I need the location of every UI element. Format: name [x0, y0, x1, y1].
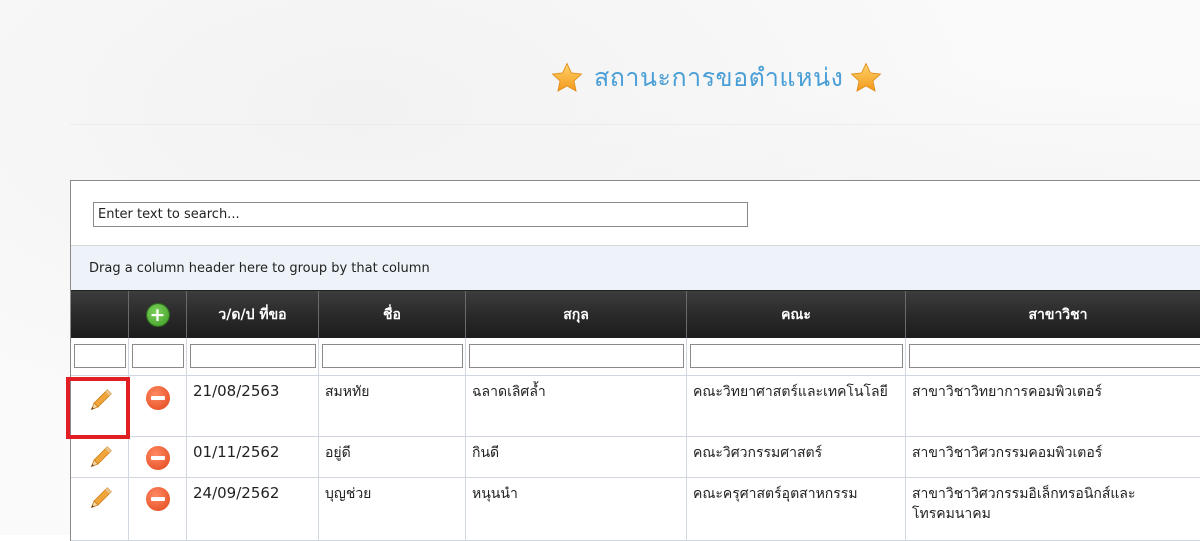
filter-cell-department [906, 338, 1200, 376]
star-icon [551, 62, 583, 92]
column-header-last-name[interactable]: สกุล [466, 291, 687, 339]
filter-cell-first-name [319, 338, 466, 376]
column-header-date[interactable]: ว/ด/ป ที่ขอ [187, 291, 319, 339]
title-divider [70, 124, 1200, 125]
minus-icon [150, 456, 165, 460]
minus-icon [150, 396, 165, 400]
cell-last-name: กินดี [466, 437, 687, 478]
column-header-row: + ว/ด/ป ที่ขอ ชื่อ สกุล คณะ สาขาวิชา [71, 290, 1200, 339]
cell-date: 21/08/2563 [187, 376, 319, 437]
table-row: 01/11/2562 อยู่ดี กินดี คณะวิศวกรรมศาสตร… [71, 437, 1200, 478]
filter-input-edit[interactable] [74, 344, 126, 368]
cell-department: สาขาวิชาวิศวกรรมคอมพิวเตอร์ [906, 437, 1200, 478]
edit-cell [71, 478, 129, 541]
delete-row-button[interactable] [145, 386, 170, 410]
filter-cell-edit [71, 338, 129, 376]
star-icon [850, 62, 882, 92]
cell-first-name: อยู่ดี [319, 437, 466, 478]
column-header-edit [71, 291, 129, 339]
column-header-faculty[interactable]: คณะ [687, 291, 906, 339]
minus-icon [150, 497, 165, 501]
search-input[interactable] [93, 202, 748, 227]
filter-input-faculty[interactable] [690, 344, 903, 368]
delete-row-button[interactable] [145, 446, 170, 470]
cell-last-name: ฉลาดเลิศล้ำ [466, 376, 687, 437]
column-header-department[interactable]: สาขาวิชา [906, 291, 1200, 339]
filter-input-department[interactable] [909, 344, 1200, 368]
column-header-first-name[interactable]: ชื่อ [319, 291, 466, 339]
group-by-panel[interactable]: Drag a column header here to group by th… [71, 246, 1200, 290]
pencil-icon[interactable] [85, 443, 115, 473]
table-row: 21/08/2563 สมหทัย ฉลาดเลิศล้ำ คณะวิทยาศา… [71, 376, 1200, 437]
filter-row [71, 338, 1200, 376]
cell-department: สาขาวิชาวิทยาการคอมพิวเตอร์ [906, 376, 1200, 437]
delete-cell [129, 437, 187, 478]
cell-faculty: คณะวิศวกรรมศาสตร์ [687, 437, 906, 478]
search-panel [71, 181, 1200, 246]
cell-first-name: สมหทัย [319, 376, 466, 437]
filter-input-first-name[interactable] [322, 344, 463, 368]
data-grid: Drag a column header here to group by th… [70, 180, 1200, 541]
cell-last-name: หนุนนำ [466, 478, 687, 541]
highlight-box [66, 377, 130, 439]
edit-cell [71, 437, 129, 478]
filter-cell-add [129, 338, 187, 376]
delete-cell [129, 478, 187, 541]
add-row-button[interactable]: + [146, 304, 169, 326]
filter-cell-last-name [466, 338, 687, 376]
cell-department: สาขาวิชาวิศวกรรมอิเล็กทรอนิกส์และโทรคมนา… [906, 478, 1200, 541]
filter-cell-faculty [687, 338, 906, 376]
filter-input-last-name[interactable] [469, 344, 684, 368]
page-title: สถานะการขอตำแหน่ง [594, 63, 844, 92]
filter-input-add[interactable] [132, 344, 184, 368]
cell-faculty: คณะวิทยาศาสตร์และเทคโนโลยี [687, 376, 906, 437]
page-title-row: สถานะการขอตำแหน่ง [550, 58, 883, 98]
group-by-hint: Drag a column header here to group by th… [89, 261, 430, 276]
table-row: 24/09/2562 บุญช่วย หนุนนำ คณะครุศาสตร์อุ… [71, 478, 1200, 541]
cell-date: 01/11/2562 [187, 437, 319, 478]
pencil-icon[interactable] [85, 484, 115, 514]
cell-first-name: บุญช่วย [319, 478, 466, 541]
delete-cell [129, 376, 187, 437]
column-header-add: + [129, 291, 187, 339]
filter-input-date[interactable] [190, 344, 316, 368]
cell-date: 24/09/2562 [187, 478, 319, 541]
cell-faculty: คณะครุศาสตร์อุตสาหกรรม [687, 478, 906, 541]
delete-row-button[interactable] [145, 487, 170, 511]
filter-cell-date [187, 338, 319, 376]
